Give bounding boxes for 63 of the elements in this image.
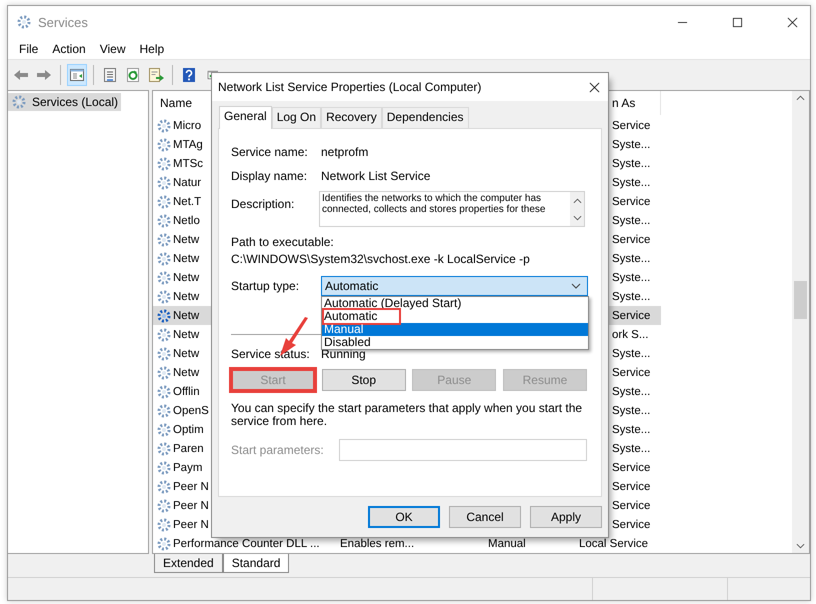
hint-text: You can specify the start parameters that apply when you start the service from here. (231, 402, 584, 428)
service-name: Netw (173, 366, 200, 378)
log-on-as: Syste... (612, 348, 650, 360)
log-on-as: Service (612, 480, 650, 492)
log-on-as: Service (612, 196, 650, 208)
service-name: Optim (173, 424, 204, 436)
service-name: Peer N (173, 500, 209, 512)
field-label: Service name: (231, 145, 309, 159)
service-name: Netlo (173, 214, 200, 226)
service-name: Netw (173, 348, 200, 360)
log-on-as: Service (612, 518, 650, 530)
service-name: Netw (173, 290, 200, 302)
log-on-as: Syste... (612, 424, 650, 436)
log-on-as: Syste... (612, 158, 650, 170)
status-value: Running (321, 347, 366, 361)
tree-label: Services (Local) (32, 95, 118, 109)
log-on-as: Service (612, 366, 650, 378)
field-value: netprofm (321, 145, 368, 159)
field-label: Description: (231, 196, 296, 211)
log-on-as: Service (612, 310, 650, 322)
service-name: OpenS (173, 404, 209, 416)
log-on-as: Syste... (612, 138, 650, 150)
path-value: C:\WINDOWS\System32\svchost.exe -k LocalService -p (231, 252, 531, 266)
log-on-as: Service (612, 462, 650, 474)
service-name: Natur (173, 176, 202, 188)
service-name: Netw (173, 252, 200, 264)
log-on-as: Syste... (612, 404, 650, 416)
service-name: Micro (173, 120, 202, 132)
service-name: Paren (173, 442, 204, 454)
service-name: Peer N (173, 518, 209, 530)
field-label: Start parameters: (231, 443, 325, 457)
service-name: Netw (173, 272, 200, 284)
field-label: Path to executable: (231, 235, 335, 249)
service-name: Performance Counter DLL ... (173, 538, 320, 550)
service-name: Peer N (173, 480, 209, 492)
log-on-as: Syste... (612, 214, 650, 226)
log-on-as: Local Service (579, 538, 648, 550)
field-label: Display name: (231, 169, 308, 183)
log-on-as: Syste... (612, 290, 650, 302)
service-name: Netw (173, 310, 200, 322)
log-on-as: Syste... (612, 252, 650, 264)
log-on-as: Service (612, 500, 650, 512)
service-name: Net.T (173, 196, 202, 208)
log-on-as: ork S... (612, 328, 648, 340)
dialog-title: Network List Service Properties (Local Computer) (218, 80, 482, 94)
field-value: Network List Service (321, 169, 430, 183)
field-label: Startup type: (231, 279, 300, 293)
service-name: Paym (173, 462, 202, 474)
log-on-as: Syste... (612, 386, 650, 398)
window-title: Services (38, 14, 88, 30)
service-name: MTAg (173, 138, 203, 150)
log-on-as: Service (612, 120, 650, 132)
service-description: Enables rem... (340, 538, 414, 550)
service-name: MTSc (173, 158, 204, 170)
log-on-as: Syste... (612, 272, 650, 284)
service-name: Netw (173, 234, 200, 246)
log-on-as: Syste... (612, 176, 650, 188)
log-on-as: Service (612, 234, 650, 246)
service-name: Netw (173, 328, 200, 340)
startup-type: Manual (488, 538, 526, 550)
service-name: Offlin (173, 386, 200, 398)
field-label: Service status: (231, 347, 311, 361)
log-on-as: Syste... (612, 442, 650, 454)
